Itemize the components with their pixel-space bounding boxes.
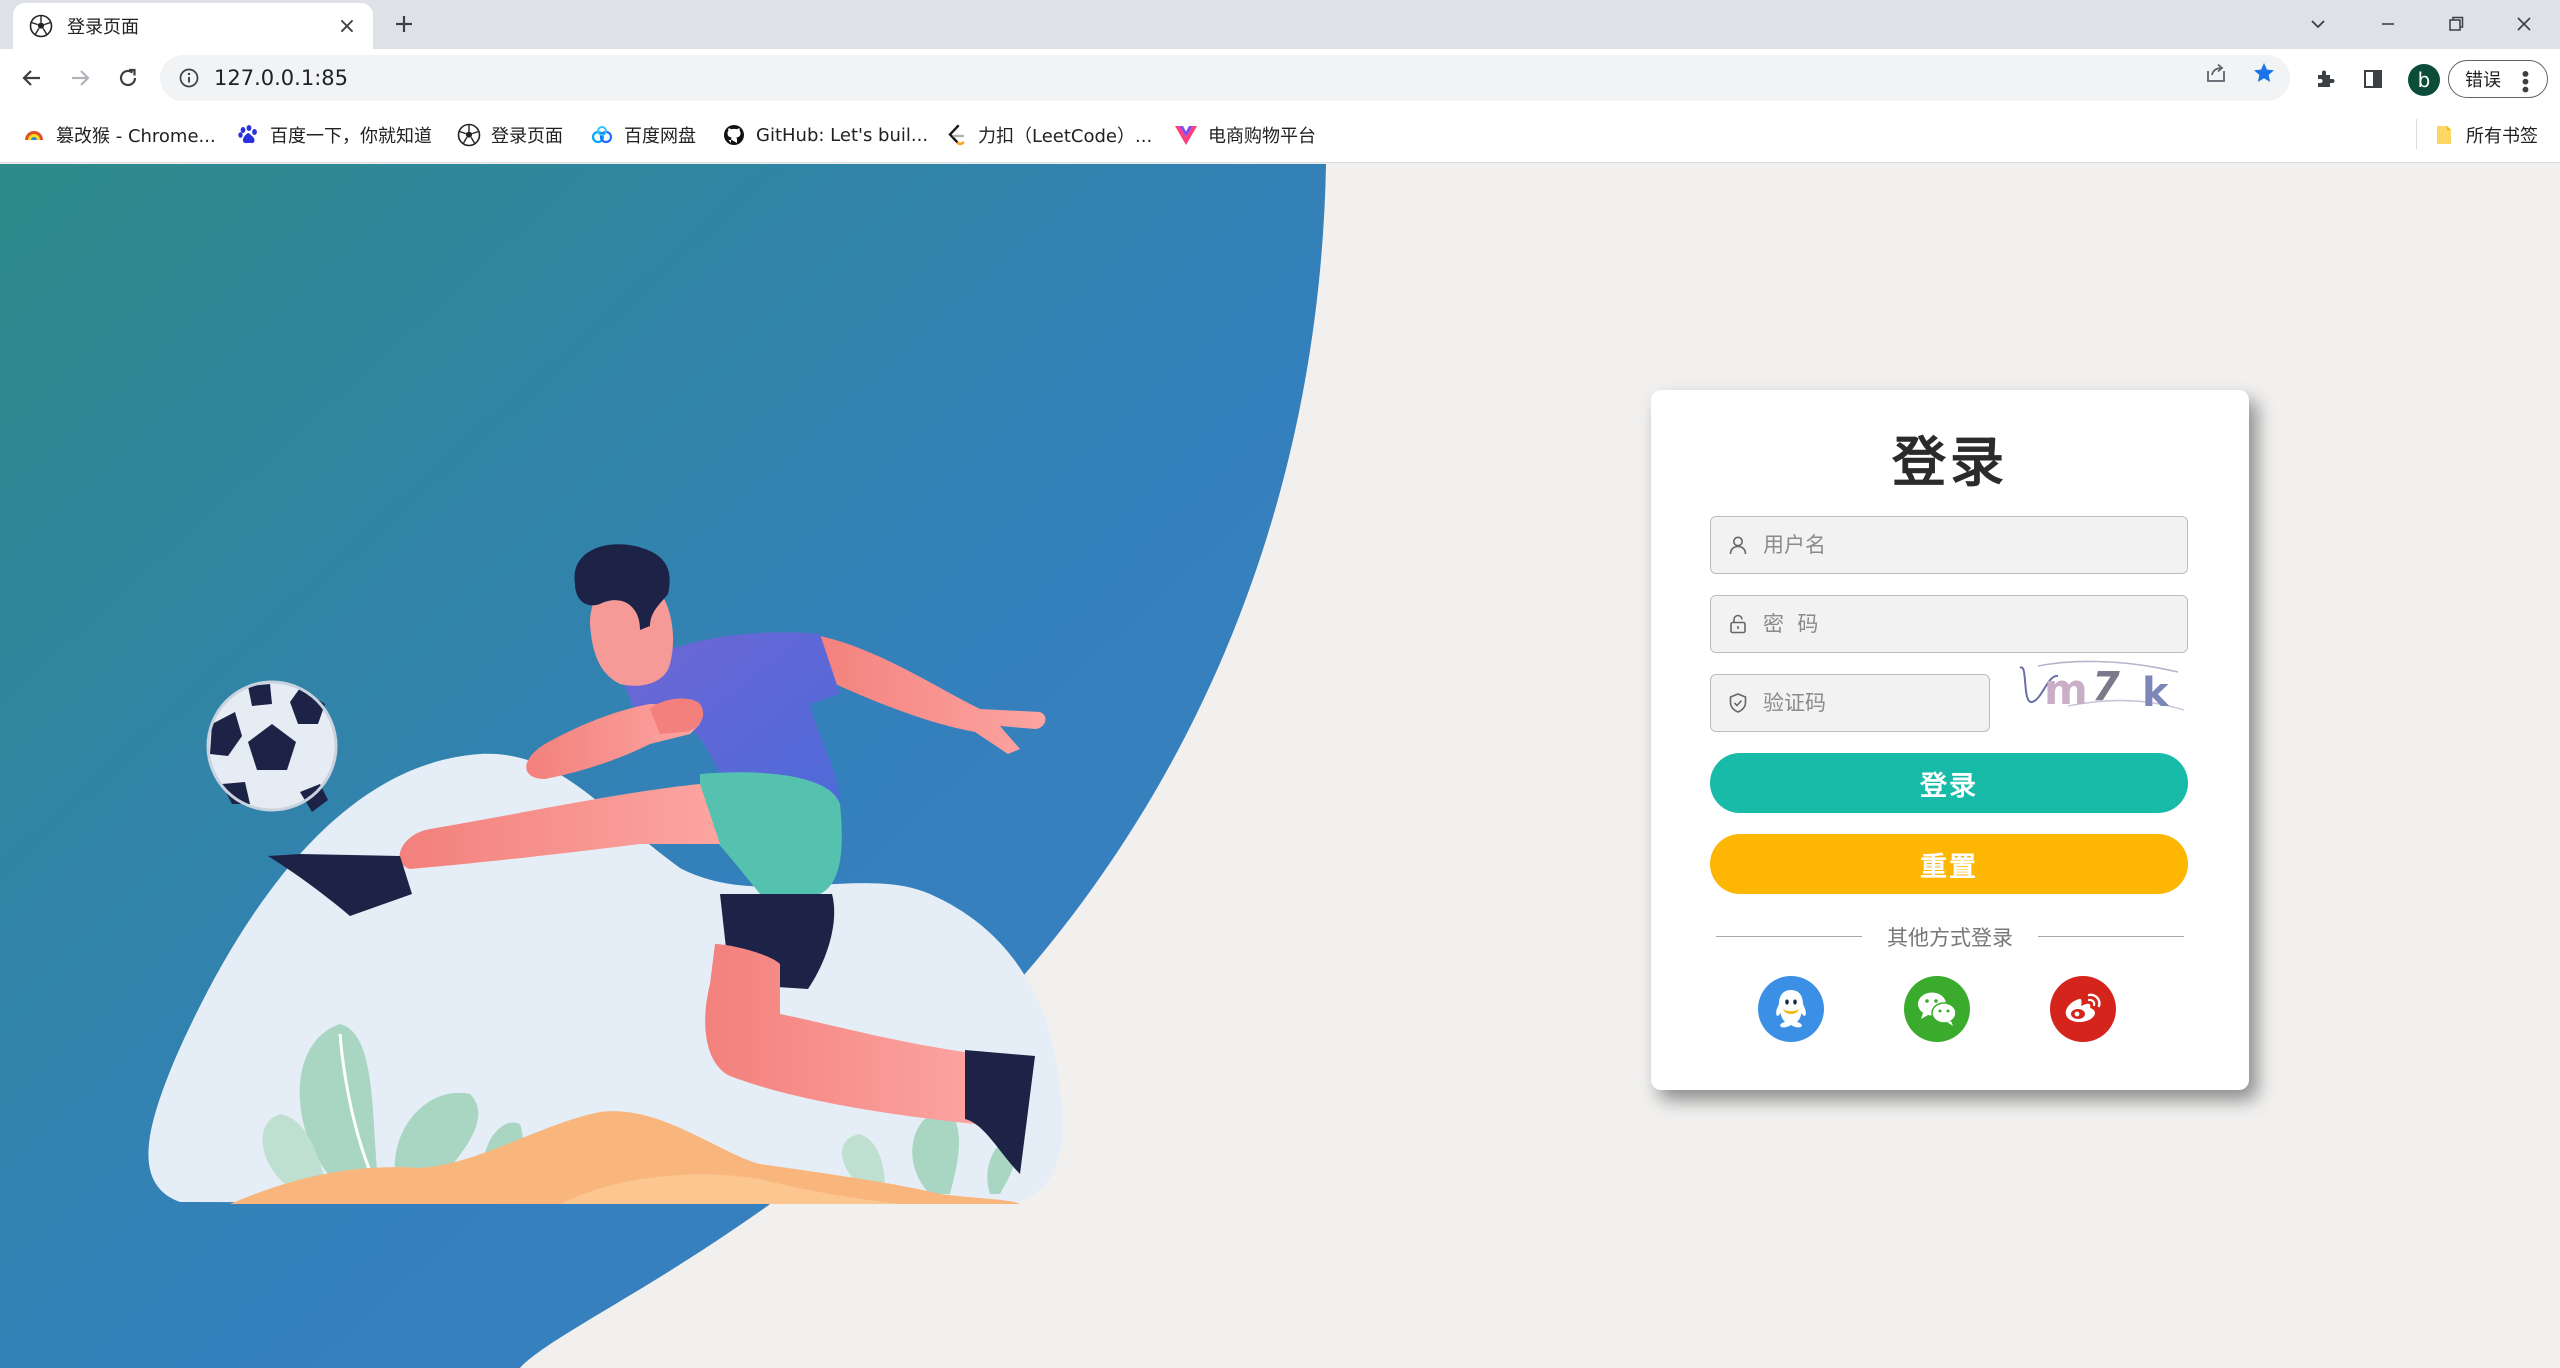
weibo-icon (2065, 993, 2101, 1023)
url-text: 127.0.0.1:85 (214, 66, 348, 90)
reset-button[interactable]: 重置 (1710, 834, 2188, 894)
user-icon (1725, 532, 1751, 558)
browser-tab[interactable]: 登录页面 × (13, 3, 373, 49)
qq-login-button[interactable] (1758, 976, 1824, 1042)
captcha-input[interactable] (1763, 691, 1986, 715)
extensions-icon[interactable] (2311, 65, 2339, 93)
error-button[interactable]: 错误 ••• (2448, 60, 2548, 98)
tampermonkey-icon (22, 123, 46, 147)
captcha-field[interactable] (1710, 674, 1990, 732)
bookmark-label: 篡改猴 - Chrome... (56, 126, 216, 147)
wechat-icon (1918, 992, 1957, 1026)
folder-icon (2432, 123, 2456, 147)
login-card: 登录 m 7 k 登录 重置 (1651, 390, 2249, 1090)
side-panel-icon[interactable] (2359, 65, 2387, 93)
bookmark-item[interactable]: GitHub: Let's buil... (722, 121, 928, 149)
bookmarks-bar: 篡改猴 - Chrome... 百度一下，你就知道 登录页面 百度网盘 GitH… (0, 107, 2560, 163)
login-title: 登录 (1892, 431, 2008, 494)
captcha-char-k: k (2142, 670, 2170, 716)
bookmark-label: 百度网盘 (624, 126, 696, 147)
shield-check-icon (1725, 690, 1751, 716)
bookmark-item[interactable]: 百度网盘 (590, 121, 696, 149)
soccer-ball-illustration (206, 680, 338, 812)
back-icon[interactable] (16, 62, 48, 94)
lock-icon (1725, 611, 1751, 637)
error-button-label: 错误 (2465, 70, 2501, 91)
browser-toolbar: 127.0.0.1:85 b 错误 ••• (0, 49, 2560, 107)
soccer-ball-icon (457, 123, 481, 147)
password-field[interactable] (1710, 595, 2188, 653)
tab-bar: 登录页面 × (0, 0, 2560, 49)
wechat-login-button[interactable] (1904, 976, 1970, 1042)
bookmark-label: 力扣（LeetCode）... (978, 126, 1153, 147)
bookmark-label: 电商购物平台 (1208, 126, 1316, 147)
baidu-icon (236, 123, 260, 147)
weibo-login-button[interactable] (2050, 976, 2116, 1042)
bookmark-label: 百度一下，你就知道 (270, 126, 432, 147)
share-icon[interactable] (2203, 60, 2229, 86)
divider-right (2038, 936, 2184, 937)
vue-icon (1174, 123, 1198, 147)
bookmark-star-icon[interactable] (2251, 60, 2277, 86)
captcha-char-m: m (2044, 665, 2088, 714)
all-bookmarks-button[interactable]: 所有书签 (2432, 121, 2538, 149)
profile-avatar[interactable]: b (2408, 64, 2440, 96)
bookmark-item[interactable]: 百度一下，你就知道 (236, 121, 432, 149)
soccer-ball-icon (29, 14, 53, 38)
username-input[interactable] (1763, 533, 2144, 557)
bookmark-item[interactable]: 力扣（LeetCode）... (944, 121, 1152, 149)
kebab-menu-icon[interactable]: ••• (2513, 68, 2537, 91)
github-icon (722, 123, 746, 147)
tab-search-icon[interactable] (2302, 8, 2334, 40)
site-info-icon[interactable] (178, 67, 200, 89)
baidu-netdisk-icon (590, 123, 614, 147)
address-bar[interactable]: 127.0.0.1:85 (160, 55, 2290, 101)
other-login-methods-label: 其他方式登录 (1887, 926, 2013, 950)
bookmark-item[interactable]: 篡改猴 - Chrome... (22, 121, 216, 149)
login-page: 登录 m 7 k 登录 重置 (0, 164, 2560, 1368)
close-tab-icon[interactable]: × (335, 14, 359, 39)
captcha-char-7: 7 (2092, 664, 2120, 710)
new-tab-icon[interactable] (390, 10, 418, 38)
bookmarks-separator (2416, 119, 2417, 149)
captcha-image[interactable]: m 7 k (2008, 654, 2186, 718)
bookmark-label: 登录页面 (491, 126, 563, 147)
forward-icon[interactable] (64, 62, 96, 94)
close-window-icon[interactable] (2508, 8, 2540, 40)
password-input[interactable] (1763, 612, 2144, 636)
login-button[interactable]: 登录 (1710, 753, 2188, 813)
tab-title: 登录页面 (67, 17, 139, 38)
restore-icon[interactable] (2440, 8, 2472, 40)
reload-icon[interactable] (112, 62, 144, 94)
all-bookmarks-label: 所有书签 (2466, 126, 2538, 147)
qq-icon (1776, 990, 1806, 1028)
bookmark-item[interactable]: 电商购物平台 (1174, 121, 1316, 149)
bookmark-item[interactable]: 登录页面 (457, 121, 563, 149)
username-field[interactable] (1710, 516, 2188, 574)
minimize-icon[interactable] (2372, 8, 2404, 40)
leetcode-icon (944, 123, 968, 147)
bookmark-label: GitHub: Let's buil... (756, 124, 929, 146)
